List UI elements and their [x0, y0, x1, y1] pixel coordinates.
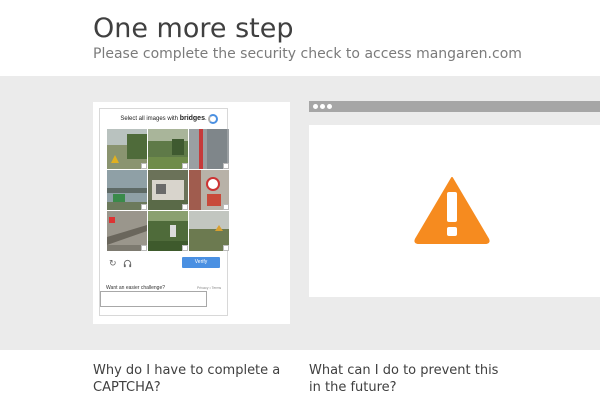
browser-dot [320, 104, 325, 109]
tile-checkbox [141, 245, 147, 251]
captcha-widget: Select all images with bridges. ↻ Verify… [99, 108, 229, 316]
captcha-tools: ↻ [109, 259, 132, 271]
captcha-target-word: bridges [179, 115, 205, 122]
page-header: One more step Please complete the securi… [0, 0, 600, 76]
tile-checkbox [223, 163, 229, 169]
captcha-tile[interactable] [148, 129, 188, 169]
browser-window [309, 125, 600, 297]
tile-checkbox [223, 245, 229, 251]
tile-checkbox [141, 163, 147, 169]
captcha-tile[interactable] [189, 129, 229, 169]
captcha-tile[interactable] [148, 211, 188, 251]
captcha-tile[interactable] [107, 170, 147, 210]
tile-checkbox [141, 204, 147, 210]
browser-dot [313, 104, 318, 109]
verify-button[interactable]: Verify [182, 257, 220, 268]
faq-why-heading: Why do I have to complete a CAPTCHA? [93, 363, 281, 395]
tile-checkbox [182, 245, 188, 251]
tile-checkbox [223, 204, 229, 210]
browser-illustration [309, 101, 600, 297]
privacy-terms-link[interactable]: Privacy • Terms [197, 286, 221, 290]
browser-titlebar [309, 101, 600, 112]
captcha-image-grid [107, 129, 229, 251]
captcha-tile[interactable] [148, 170, 188, 210]
refresh-icon[interactable]: ↻ [109, 259, 117, 271]
captcha-tile[interactable] [107, 211, 147, 251]
browser-dot [327, 104, 332, 109]
faq-prevent-heading: What can I do to prevent this in the fut… [309, 363, 499, 395]
captcha-tile[interactable] [189, 211, 229, 251]
warning-icon [414, 177, 490, 244]
captcha-tile[interactable] [107, 129, 147, 169]
headphones-icon[interactable] [123, 259, 132, 271]
captcha-panel: Select all images with bridges. ↻ Verify… [93, 102, 290, 324]
recaptcha-logo-icon [208, 114, 218, 124]
page-title: One more step [93, 13, 294, 44]
page-subtitle: Please complete the security check to ac… [93, 46, 522, 62]
captcha-response-input[interactable] [100, 291, 207, 307]
tile-checkbox [182, 163, 188, 169]
captcha-tile[interactable] [189, 170, 229, 210]
tile-checkbox [182, 204, 188, 210]
